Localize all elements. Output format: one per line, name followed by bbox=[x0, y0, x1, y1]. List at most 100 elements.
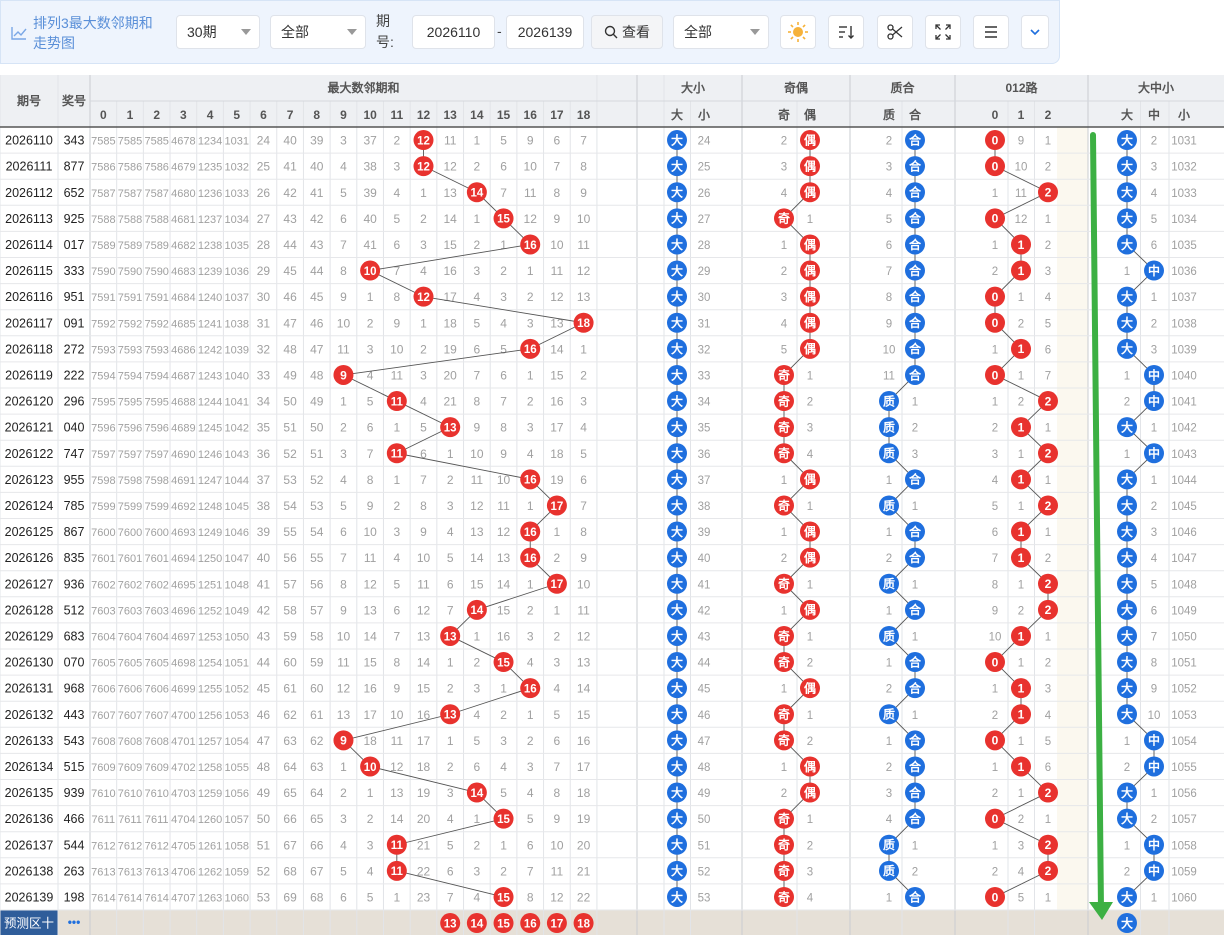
range-hit-ball-label: 中 bbox=[1148, 863, 1160, 878]
sum-miss-cell: 42 bbox=[310, 212, 324, 226]
sum-miss-cell: 6 bbox=[340, 212, 347, 226]
sum-miss-cell: 2 bbox=[340, 421, 347, 435]
fullscreen-button[interactable] bbox=[925, 15, 961, 49]
sum-miss-cell: 7 bbox=[500, 395, 507, 409]
sum-miss-cell: 30 bbox=[257, 290, 271, 304]
prime-miss-cell: 11 bbox=[883, 370, 895, 382]
sum-hit-ball-label: 14 bbox=[470, 788, 483, 800]
sum-miss-cell: 10 bbox=[337, 629, 351, 643]
size-miss-cell: 53 bbox=[698, 892, 711, 904]
range-miss-cell: 1 bbox=[1124, 370, 1130, 382]
issue-cell: 2026113 bbox=[5, 212, 53, 226]
query-button[interactable]: 查看 bbox=[591, 15, 663, 49]
issue-cell: 2026124 bbox=[5, 499, 54, 513]
mod3-miss-cell: 1 bbox=[1018, 579, 1024, 591]
filter-select[interactable]: 全部 bbox=[270, 15, 366, 49]
sum-miss-cell: 13 bbox=[577, 656, 591, 670]
mod3-miss-cell: 2 bbox=[992, 866, 998, 878]
sum-miss-cell: 1258 bbox=[198, 762, 222, 774]
sum-miss-cell: 4 bbox=[474, 708, 481, 722]
period-count-select[interactable]: 30期 bbox=[176, 15, 260, 49]
size-miss-cell: 26 bbox=[698, 188, 711, 200]
row-pad-bg bbox=[1057, 805, 1088, 832]
sort-button[interactable] bbox=[828, 15, 864, 49]
parity-miss-cell: 1 bbox=[781, 527, 787, 539]
sum-miss-cell: 33 bbox=[257, 368, 271, 382]
sum-miss-cell: 12 bbox=[524, 212, 538, 226]
sum-miss-cell: 10 bbox=[577, 577, 591, 591]
sum-miss-cell: 39 bbox=[363, 186, 377, 200]
mod3-hit-ball-label: 0 bbox=[992, 890, 999, 904]
mod3-miss-cell: 6 bbox=[1045, 344, 1051, 356]
sum-miss-cell: 3 bbox=[367, 838, 374, 852]
collapse-button[interactable] bbox=[1021, 15, 1049, 49]
header-mod3-group: 012路 bbox=[1005, 80, 1038, 95]
more-icon[interactable]: ••• bbox=[68, 915, 81, 929]
predict-label[interactable]: 预测区十 bbox=[4, 917, 54, 931]
mod3-hit-ball-label: 0 bbox=[992, 368, 999, 382]
award-cell: 040 bbox=[64, 421, 85, 435]
sum-miss-cell: 3 bbox=[527, 629, 534, 643]
sum-miss-cell: 4703 bbox=[171, 788, 195, 800]
sum-miss-cell: 3 bbox=[420, 368, 427, 382]
sum-miss-cell: 1236 bbox=[198, 188, 222, 200]
sum-miss-cell: 4702 bbox=[171, 762, 195, 774]
mod3-miss-cell: 1 bbox=[1018, 788, 1024, 800]
issue-cell: 2026126 bbox=[5, 551, 54, 565]
parity-hit-ball-label: 偶 bbox=[804, 550, 816, 565]
size-hit-ball-label: 大 bbox=[671, 367, 683, 382]
issue-cell: 2026139 bbox=[5, 890, 54, 904]
sum-hit-ball-label: 13 bbox=[444, 422, 457, 434]
sum-miss-cell: 4 bbox=[527, 447, 534, 461]
from-issue-input[interactable]: 2026110 bbox=[412, 15, 495, 49]
sum-hit-ball-label: 16 bbox=[524, 475, 537, 487]
mod3-miss-cell: 1 bbox=[1045, 631, 1051, 643]
size-miss-cell: 47 bbox=[698, 736, 711, 748]
sum-miss-cell: 62 bbox=[310, 734, 324, 748]
sum-miss-cell: 2 bbox=[554, 629, 561, 643]
size-hit-ball-label: 大 bbox=[671, 132, 683, 147]
mod3-miss-cell: 4 bbox=[1045, 710, 1052, 722]
sum-miss-cell: 34 bbox=[257, 395, 271, 409]
sum-miss-cell: 6 bbox=[447, 577, 454, 591]
prime-hit-ball-label: 合 bbox=[909, 237, 922, 252]
sum-miss-cell: 1244 bbox=[198, 397, 222, 409]
sum-miss-cell: 40 bbox=[310, 160, 324, 174]
to-issue-input[interactable]: 2026139 bbox=[506, 15, 584, 49]
prime-hit-ball-label: 质 bbox=[883, 863, 895, 878]
sum-miss-cell: 54 bbox=[283, 499, 297, 513]
sum-miss-cell: 4693 bbox=[171, 527, 195, 539]
sum-miss-cell: 8 bbox=[580, 525, 587, 539]
header-range-col: 大 bbox=[1121, 107, 1133, 122]
header-sum-col: 16 bbox=[524, 108, 538, 122]
theme-button[interactable] bbox=[780, 15, 816, 49]
sum-miss-cell: 69 bbox=[283, 890, 297, 904]
sum-miss-cell: 7595 bbox=[118, 397, 142, 409]
range-miss-cell: 1056 bbox=[1171, 788, 1197, 800]
sum-miss-cell: 3 bbox=[340, 812, 347, 826]
prime-hit-ball-label: 合 bbox=[909, 785, 922, 800]
range-hit-ball-label: 中 bbox=[1148, 733, 1160, 748]
parity-hit-ball-label: 奇 bbox=[778, 733, 790, 748]
filter2-select[interactable]: 全部 bbox=[673, 15, 769, 49]
range-miss-cell: 1 bbox=[1151, 423, 1157, 435]
mod3-miss-cell: 1 bbox=[1018, 501, 1024, 513]
range-miss-cell: 1039 bbox=[1171, 344, 1197, 356]
menu-button[interactable] bbox=[973, 15, 1009, 49]
sum-miss-cell: 49 bbox=[310, 395, 324, 409]
header-sum-col: 12 bbox=[417, 108, 431, 122]
prime-hit-ball-label: 质 bbox=[883, 576, 895, 591]
chart-title[interactable]: 排列3最大数邻期和 走势图 bbox=[11, 11, 171, 55]
sum-miss-cell: 27 bbox=[257, 212, 271, 226]
range-miss-cell: 4 bbox=[1151, 553, 1158, 565]
sum-miss-cell: 31 bbox=[257, 316, 271, 330]
sum-miss-cell: 1256 bbox=[198, 710, 222, 722]
sum-miss-cell: 1053 bbox=[224, 710, 248, 722]
size-hit-ball-label: 大 bbox=[671, 654, 683, 669]
parity-hit-ball-label: 奇 bbox=[778, 811, 790, 826]
parity-hit-ball-label: 偶 bbox=[804, 524, 816, 539]
sum-miss-cell: 1240 bbox=[198, 292, 222, 304]
sum-miss-cell: 2 bbox=[474, 656, 481, 670]
range-miss-cell: 1 bbox=[1124, 266, 1130, 278]
scissors-button[interactable] bbox=[877, 15, 913, 49]
